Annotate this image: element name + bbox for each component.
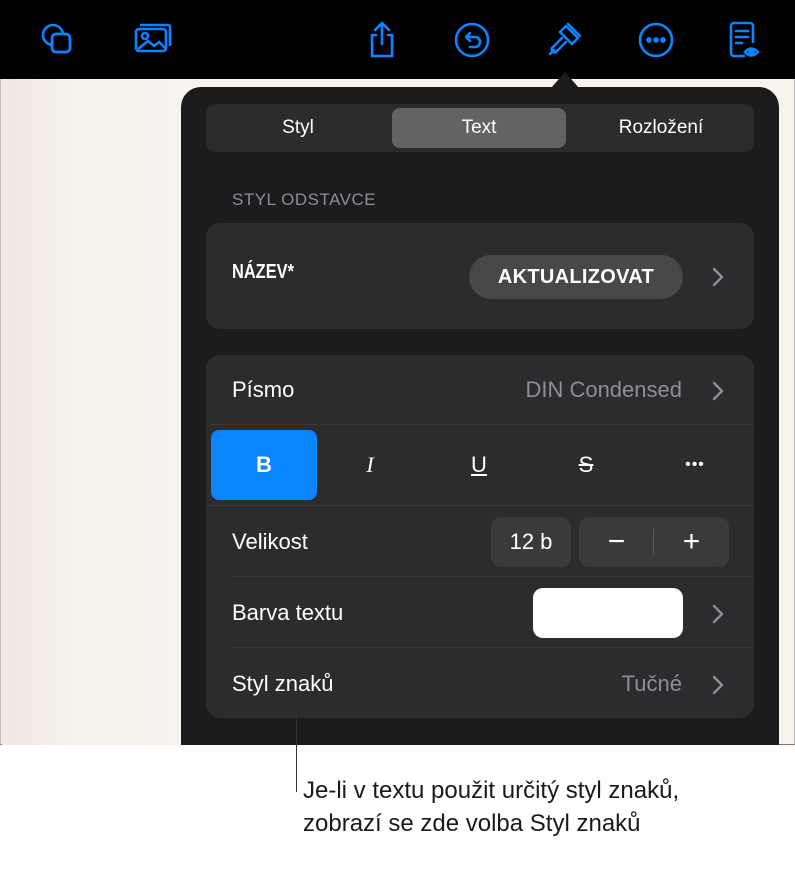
increase-size-button[interactable]: + [654,517,729,567]
char-style-value[interactable]: Tučné [540,671,682,697]
paragraph-style-header: STYL ODSTAVCE [232,190,377,209]
divider [206,424,754,425]
chevron-right-icon[interactable] [711,266,725,288]
size-value[interactable]: 12 b [491,517,571,567]
chevron-right-icon[interactable] [711,674,725,696]
media-icon[interactable] [130,18,174,62]
decrease-size-button[interactable]: − [579,517,654,567]
share-icon[interactable] [360,18,404,62]
text-color-swatch[interactable] [533,588,683,638]
size-stepper: − + [579,517,729,567]
more-options-button[interactable]: ••• [642,430,748,500]
popover-arrow [551,72,579,88]
char-style-label: Styl znaků [232,671,334,696]
font-label: Písmo [232,377,295,402]
divider [206,505,754,506]
strikethrough-button[interactable]: S [533,430,639,500]
more-icon[interactable] [634,18,678,62]
format-brush-icon[interactable] [542,18,586,62]
undo-icon[interactable] [450,18,494,62]
document-page [2,79,188,745]
callout-line [296,712,297,792]
callout-text: Je-li v textu použit určitý styl znaků, … [303,777,680,837]
format-tabs: Styl Text Rozložení [206,104,754,152]
paragraph-style-name: NÁZEV* [232,261,294,283]
tab-text[interactable]: Text [392,108,566,148]
size-label: Velikost [232,529,308,554]
reading-view-icon[interactable] [720,18,764,62]
underline-button[interactable]: U [426,430,532,500]
chevron-right-icon[interactable] [711,380,725,402]
text-color-label: Barva textu [232,600,344,625]
shapes-icon[interactable] [36,18,80,62]
divider [232,576,754,577]
italic-button[interactable]: I [317,430,423,500]
chevron-right-icon[interactable] [711,603,725,625]
divider [232,647,754,648]
tab-rozlozeni[interactable]: Rozložení [572,108,750,148]
update-style-button[interactable]: AKTUALIZOVAT [469,255,683,299]
font-value[interactable]: DIN Condensed [440,377,682,403]
toolbar [0,0,795,79]
bold-button[interactable]: B [211,430,317,500]
tab-styl[interactable]: Styl [210,108,386,148]
